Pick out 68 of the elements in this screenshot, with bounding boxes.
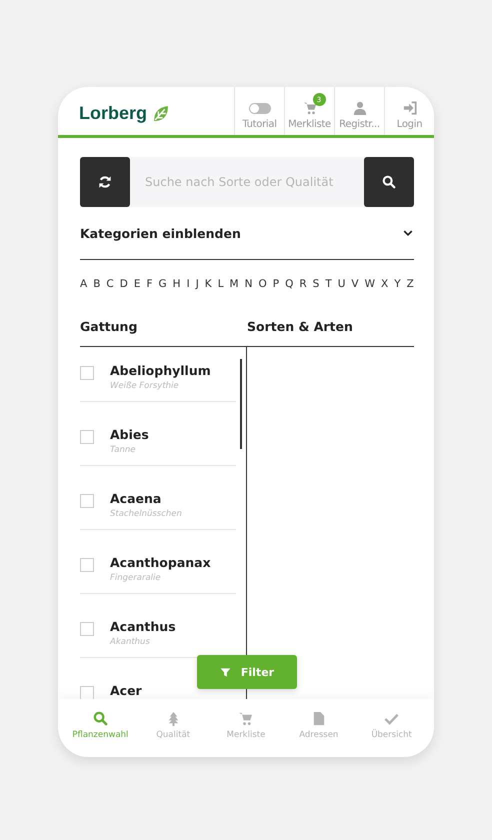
funnel-icon xyxy=(220,666,231,678)
letter-link[interactable]: F xyxy=(146,278,153,290)
checkbox[interactable] xyxy=(80,430,94,444)
letter-link[interactable]: H xyxy=(172,278,181,290)
column-heading: Sorten & Arten xyxy=(247,319,354,334)
letter-link[interactable]: J xyxy=(196,278,199,290)
cart-icon xyxy=(238,710,254,726)
letter-link[interactable]: G xyxy=(158,278,167,290)
letter-link[interactable]: A xyxy=(80,278,88,290)
genus-item[interactable]: Abies Tanne xyxy=(80,413,149,465)
document-icon xyxy=(311,710,326,726)
common-name: Akanthus xyxy=(110,637,151,647)
letter-link[interactable]: P xyxy=(272,278,280,290)
categories-toggle[interactable]: Kategorien einblenden xyxy=(80,207,414,260)
refresh-button[interactable] xyxy=(80,157,130,207)
letter-link[interactable]: C xyxy=(106,278,114,290)
letter-link[interactable]: Q xyxy=(285,278,294,290)
checkbox[interactable] xyxy=(80,686,94,699)
common-name: Fingeraralie xyxy=(110,573,162,583)
genus-name: Abies xyxy=(110,427,149,442)
refresh-icon xyxy=(98,175,112,189)
genus-name: Abeliophyllum xyxy=(110,363,211,378)
leaf-icon xyxy=(152,104,170,122)
genus-item[interactable]: Acaena Stachelnüsschen xyxy=(80,477,182,529)
letter-link[interactable]: D xyxy=(120,278,128,290)
column-heading: Gattung xyxy=(80,319,138,334)
search-field[interactable]: Suche nach Sorte oder Qualität xyxy=(130,157,364,207)
genus-item[interactable]: Acanthopanax Fingeraralie xyxy=(80,541,211,593)
genus-item[interactable]: Acanthus Akanthus xyxy=(80,605,176,657)
letter-link[interactable]: S xyxy=(312,278,320,290)
letter-link[interactable]: X xyxy=(381,278,388,290)
common-name: Weiße Forsythie xyxy=(110,381,180,391)
letter-link[interactable]: I xyxy=(186,278,190,290)
letter-link[interactable]: M xyxy=(230,278,239,290)
user-icon xyxy=(352,101,366,115)
brand-logo[interactable]: Lorberg xyxy=(79,102,148,124)
genus-name: Acanthopanax xyxy=(110,555,211,570)
letter-link[interactable]: V xyxy=(351,278,359,290)
checkbox[interactable] xyxy=(80,494,94,508)
letter-link[interactable]: U xyxy=(338,278,346,290)
search-icon xyxy=(382,175,396,189)
search-button[interactable] xyxy=(364,157,414,207)
letter-link[interactable]: O xyxy=(258,278,267,290)
cart-icon xyxy=(302,101,316,115)
letter-link[interactable]: E xyxy=(134,278,140,290)
checkbox[interactable] xyxy=(80,558,94,572)
search-icon xyxy=(92,710,108,726)
genus-name: Acer xyxy=(110,683,142,698)
login-icon xyxy=(402,101,416,115)
letter-link[interactable]: Y xyxy=(394,278,401,290)
letter-link[interactable]: K xyxy=(204,278,212,290)
letter-link[interactable]: W xyxy=(364,278,375,290)
common-name: Tanne xyxy=(110,445,137,455)
genus-item[interactable]: Abeliophyllum Weiße Forsythie xyxy=(80,349,211,401)
letter-link[interactable]: B xyxy=(93,278,100,290)
checkbox[interactable] xyxy=(80,366,94,380)
genus-name: Acaena xyxy=(110,491,162,506)
checkbox[interactable] xyxy=(80,622,94,636)
letter-link[interactable]: L xyxy=(218,278,224,290)
genus-name: Acanthus xyxy=(110,619,176,634)
letter-link[interactable]: T xyxy=(325,278,332,290)
scrollbar[interactable] xyxy=(240,359,242,449)
letter-link[interactable]: Z xyxy=(406,278,414,290)
letter-link[interactable]: N xyxy=(244,278,252,290)
letter-link[interactable]: R xyxy=(299,278,307,290)
common-name: Stachelnüsschen xyxy=(110,509,182,519)
toggle-switch[interactable] xyxy=(248,102,270,114)
genus-item[interactable]: Acer xyxy=(80,669,142,699)
